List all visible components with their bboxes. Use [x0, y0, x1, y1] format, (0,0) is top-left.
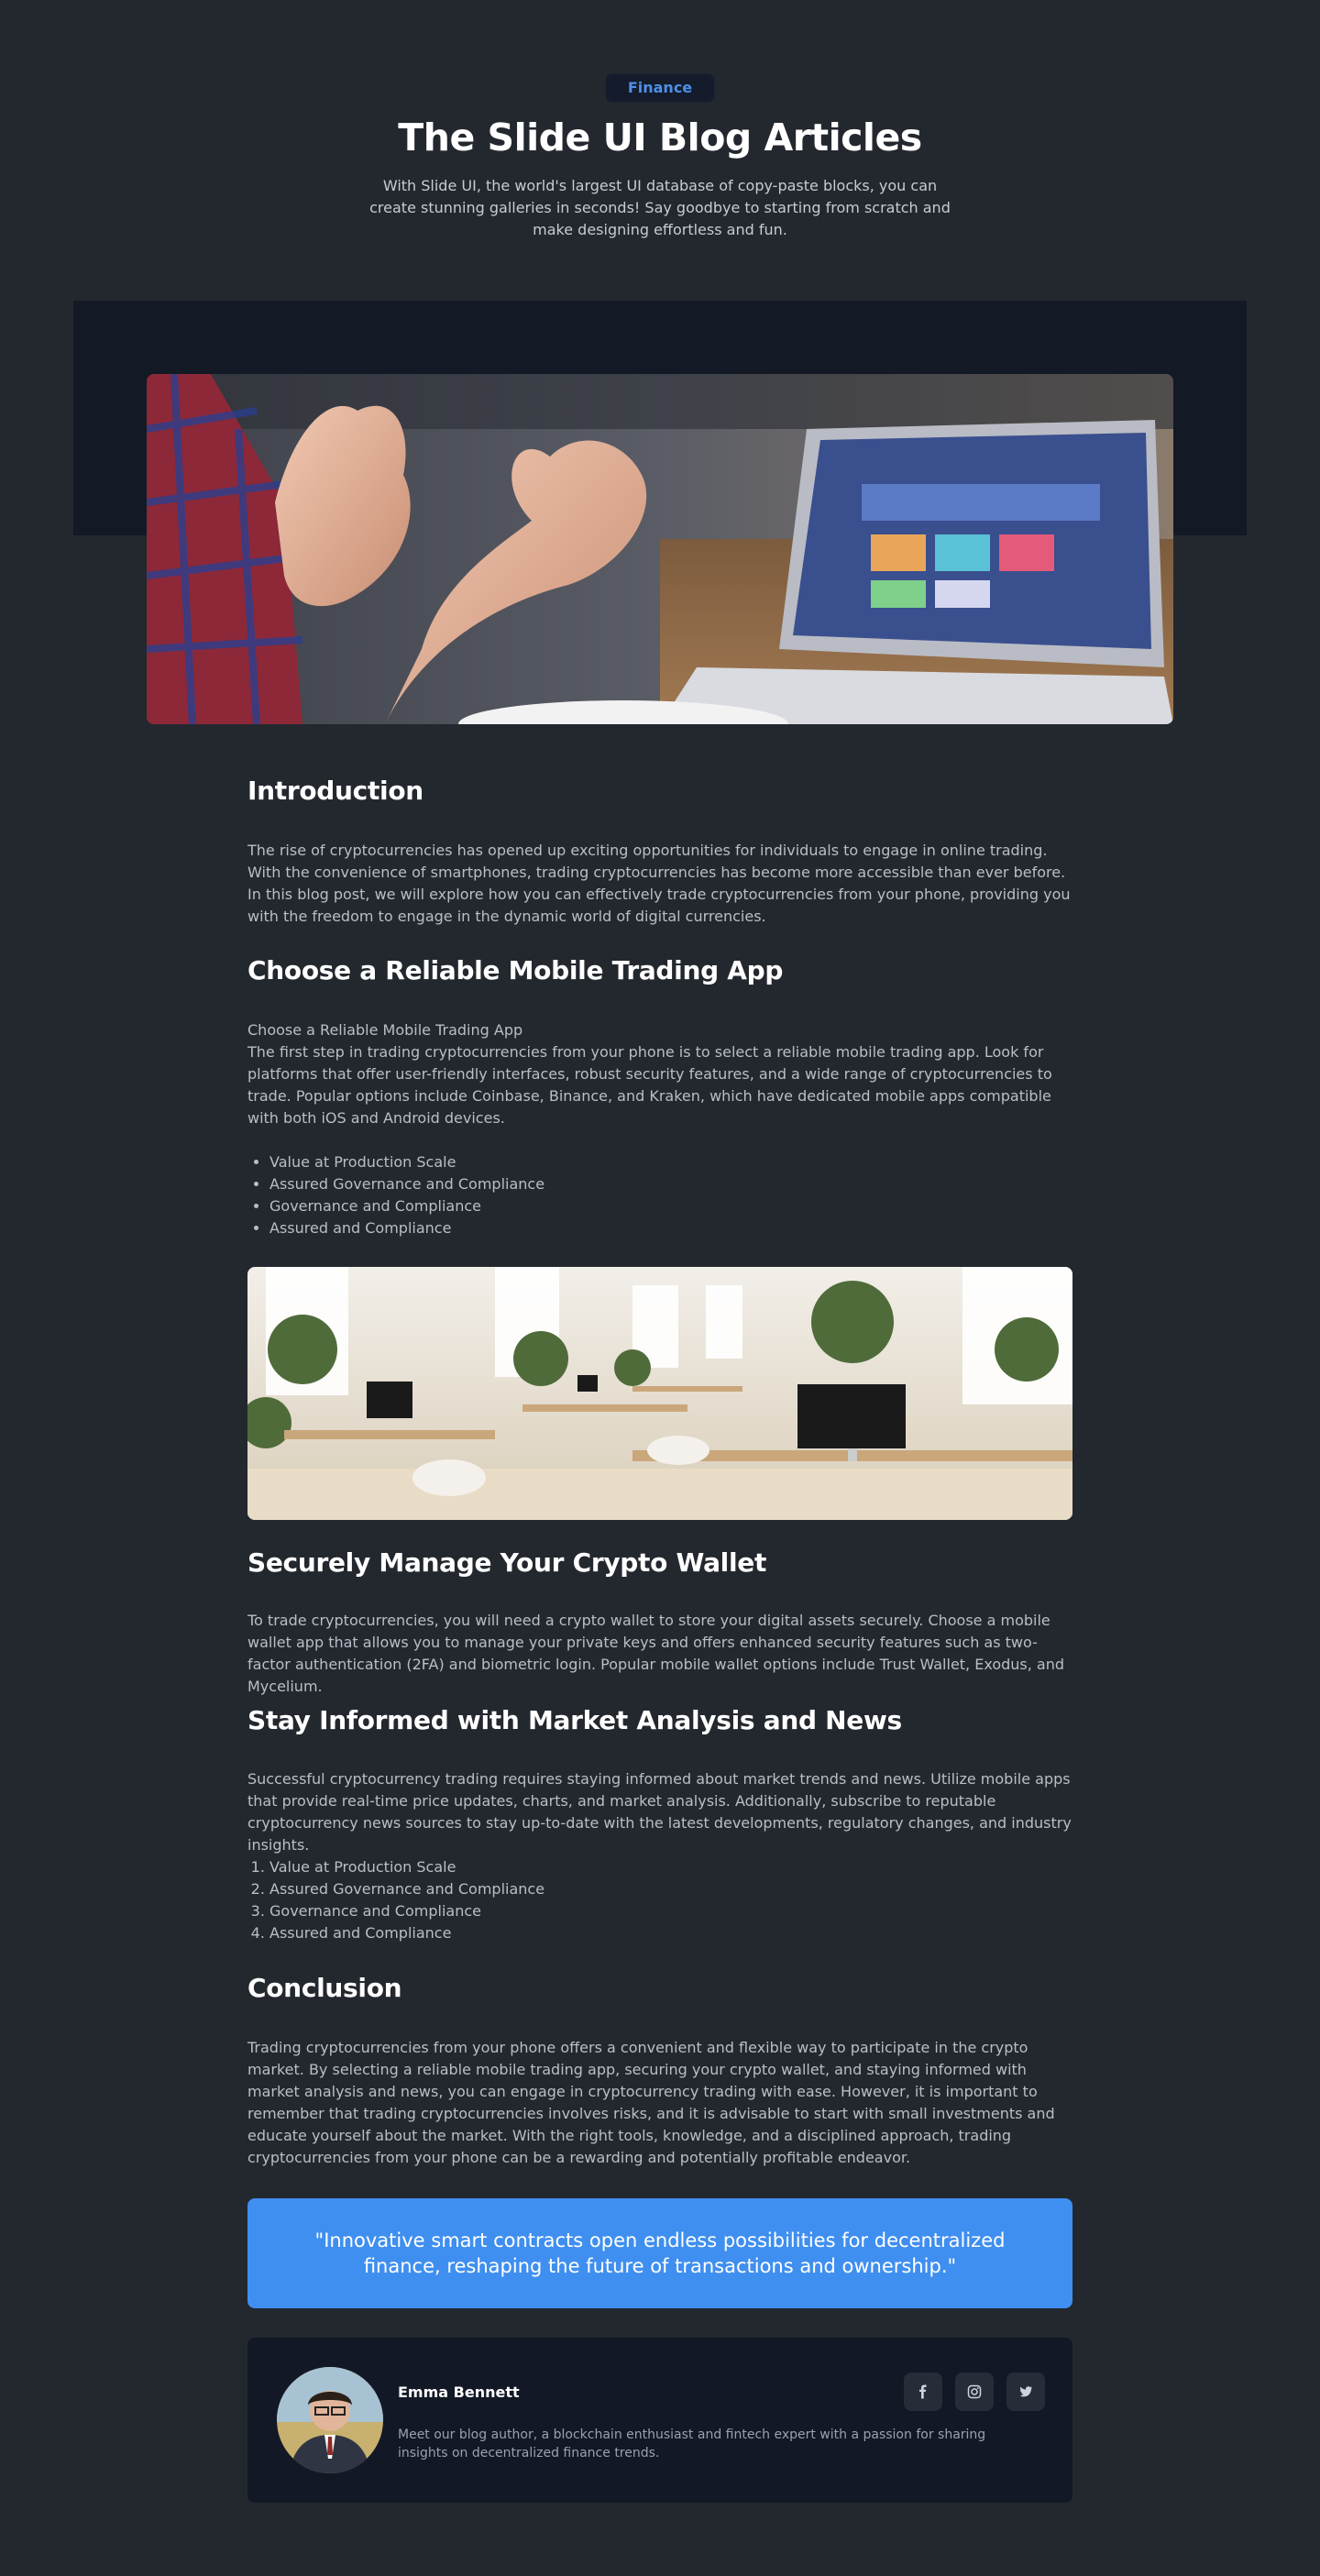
- heading-introduction: Introduction: [248, 776, 424, 806]
- heading-conclusion: Conclusion: [248, 1973, 402, 2003]
- paragraph-wallet: To trade cryptocurrencies, you will need…: [248, 1612, 1065, 1695]
- author-bio: Meet our blog author, a blockchain enthu…: [398, 2427, 986, 2460]
- list-item: Assured and Compliance: [270, 1922, 1072, 1944]
- list-item: Governance and Compliance: [270, 1195, 1072, 1217]
- author-name: Emma Bennett: [398, 2383, 520, 2401]
- author-avatar: [277, 2367, 383, 2473]
- instagram-icon: [967, 2384, 982, 2399]
- hero-image: [147, 374, 1173, 724]
- list-item: Assured Governance and Compliance: [270, 1878, 1072, 1900]
- heading-news: Stay Informed with Market Analysis and N…: [248, 1705, 902, 1735]
- author-card: Emma Bennett Meet our blog author, a blo…: [248, 2338, 1072, 2503]
- facebook-link[interactable]: [904, 2372, 942, 2411]
- list-item: Value at Production Scale: [270, 1856, 1072, 1878]
- paragraph-trading-app: The first step in trading cryptocurrenci…: [248, 1043, 1052, 1127]
- page-title: The Slide UI Blog Articles: [398, 116, 922, 160]
- instagram-link[interactable]: [955, 2372, 994, 2411]
- pull-quote-text: "Innovative smart contracts open endless…: [314, 2229, 1006, 2277]
- category-badge[interactable]: Finance: [605, 73, 715, 103]
- list-item: Value at Production Scale: [270, 1151, 1072, 1173]
- heading-wallet: Securely Manage Your Crypto Wallet: [248, 1547, 767, 1578]
- list-item: Assured and Compliance: [270, 1217, 1072, 1239]
- twitter-link[interactable]: [1006, 2372, 1045, 2411]
- twitter-icon: [1019, 2386, 1032, 2397]
- paragraph-trading-app-subtitle: Choose a Reliable Mobile Trading App: [248, 1021, 523, 1039]
- paragraph-conclusion: Trading cryptocurrencies from your phone…: [248, 2039, 1055, 2166]
- list-item: Assured Governance and Compliance: [270, 1173, 1072, 1195]
- paragraph-introduction: The rise of cryptocurrencies has opened …: [248, 842, 1071, 925]
- page-description: With Slide UI, the world's largest UI da…: [369, 177, 951, 238]
- facebook-icon: [919, 2384, 927, 2399]
- office-image: [248, 1267, 1072, 1520]
- bullet-list: Value at Production Scale Assured Govern…: [270, 1151, 1072, 1239]
- pull-quote: "Innovative smart contracts open endless…: [248, 2198, 1072, 2308]
- heading-trading-app: Choose a Reliable Mobile Trading App: [248, 955, 784, 985]
- list-item: Governance and Compliance: [270, 1900, 1072, 1922]
- paragraph-news: Successful cryptocurrency trading requir…: [248, 1770, 1072, 1854]
- numbered-list: Value at Production Scale Assured Govern…: [270, 1856, 1072, 1944]
